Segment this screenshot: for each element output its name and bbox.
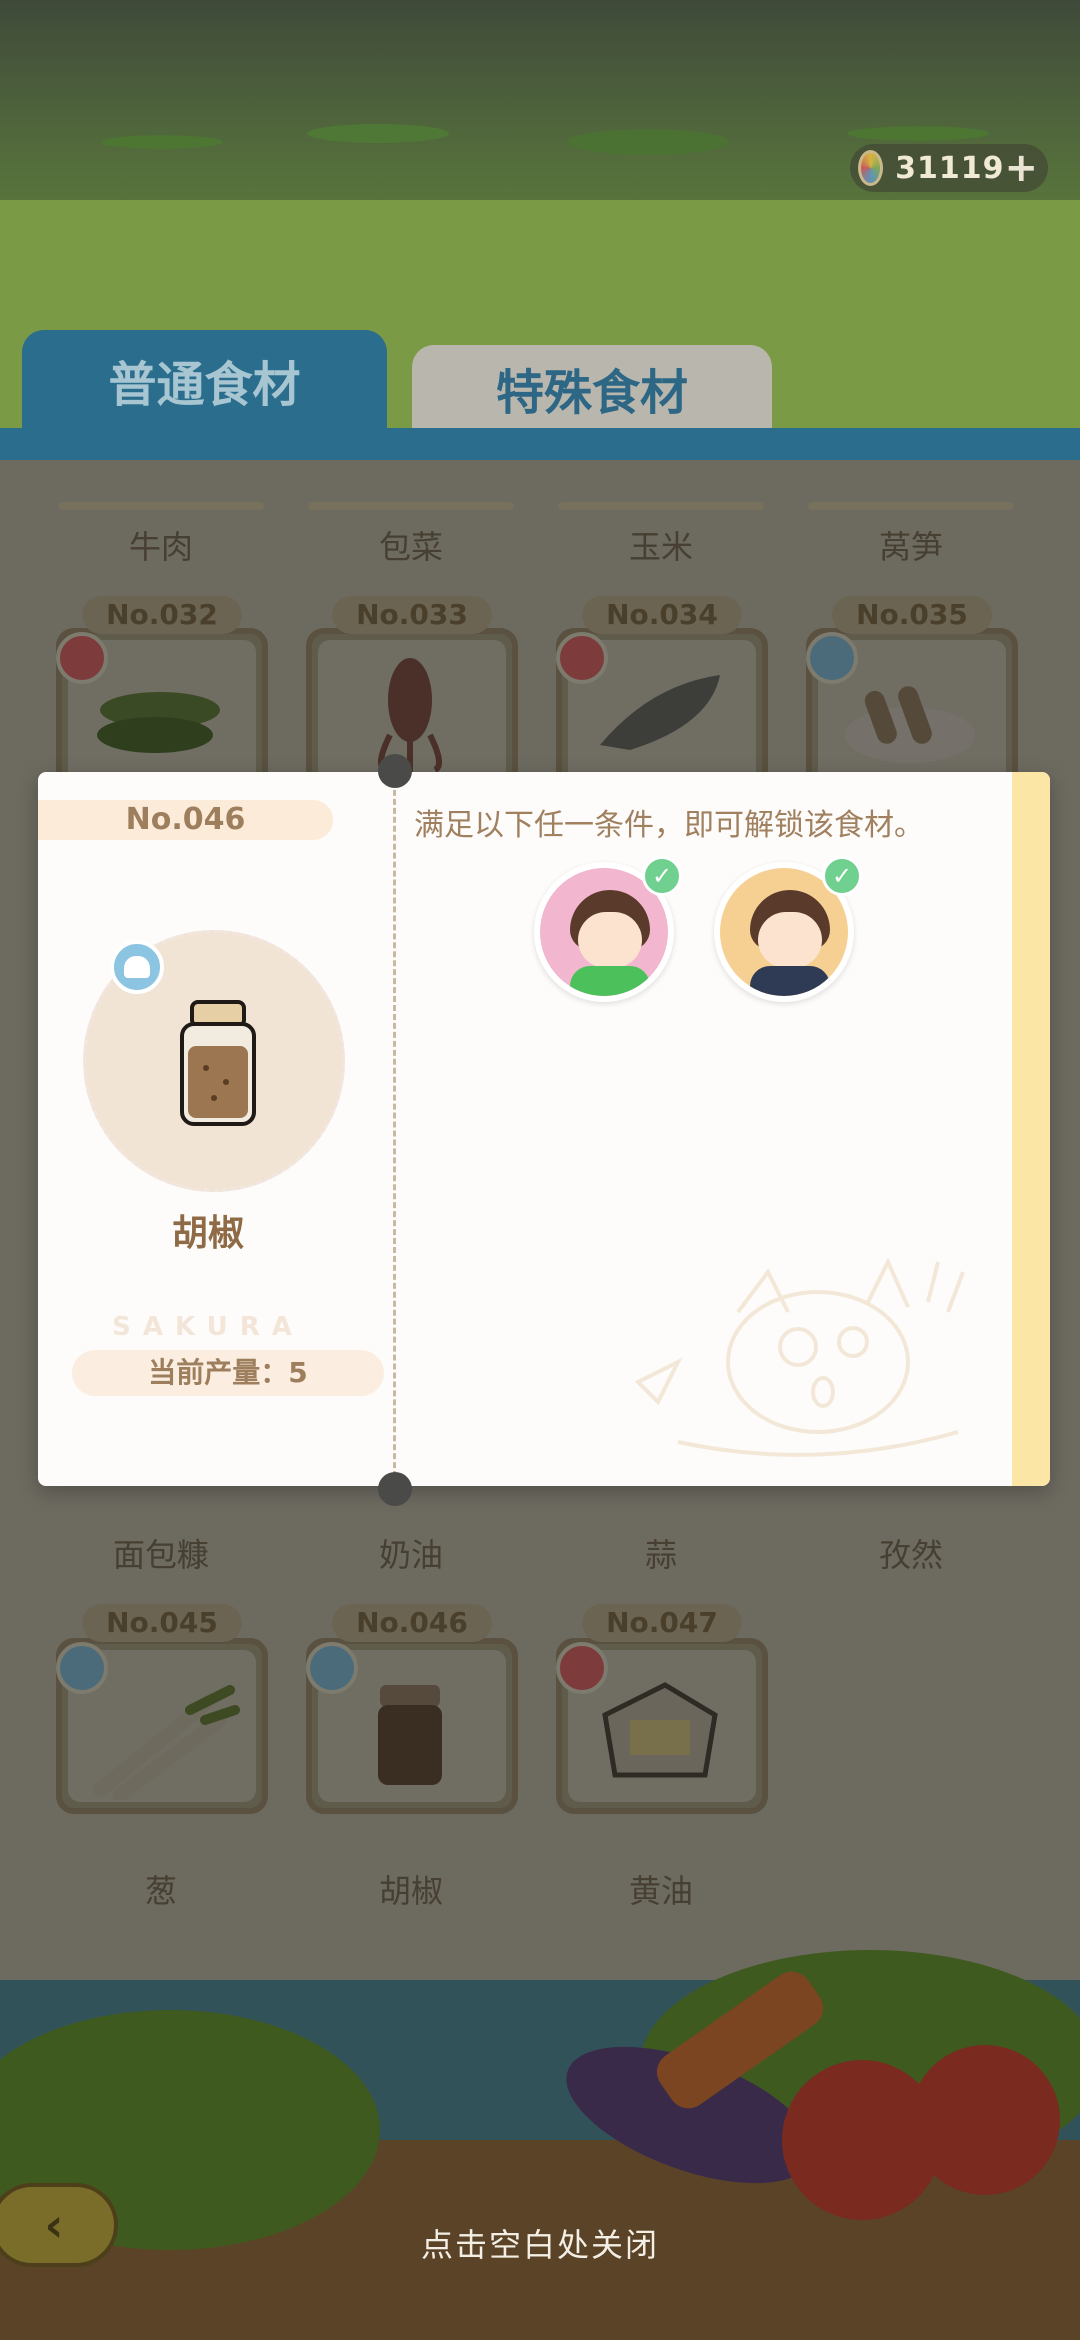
currency-value: 31119 [895,150,1005,186]
pepper-jar-icon [378,1685,442,1785]
ingredient-number: No.033 [332,596,492,634]
divider [808,502,1014,510]
tab-bar [0,428,1080,460]
tab-special-ingredients[interactable]: 特殊食材 [412,345,772,430]
cat-mascot-watermark-icon [634,1257,965,1457]
ingredient-number: No.032 [82,596,242,634]
ingredient-number: No.046 [332,1604,492,1642]
ingredient-number: No.045 [82,1604,242,1642]
tab-normal-ingredients[interactable]: 普通食材 [22,330,387,430]
chef-hat-badge-icon [56,632,108,684]
ingredient-detail-modal: No.046 胡椒 SAKURA 当前产量：5 满足以下任一条件，即可解锁该食材… [38,754,1050,1506]
squid-icon [378,658,442,773]
ingredient-label[interactable]: 莴笋 [811,522,1011,568]
divider [558,502,764,510]
divider [58,502,264,510]
unlock-condition-text: 满足以下任一条件，即可解锁该食材。 [414,808,924,843]
modal-divider [393,772,396,1486]
divider [308,502,514,510]
ingredient-number: No.035 [832,596,992,634]
pepper-jar-icon [180,1000,256,1126]
check-icon: ✓ [642,856,682,896]
close-hint[interactable]: 点击空白处关闭 [0,2220,1080,2266]
ingredient-label[interactable]: 面包糠 [61,1530,261,1576]
butter-icon [602,1682,718,1778]
ingredient-label[interactable]: 胡椒 [311,1866,511,1912]
chef-hat-badge-icon [110,940,164,994]
ingredient-label[interactable]: 牛肉 [61,522,261,568]
ingredient-label[interactable]: 黄油 [561,1866,761,1912]
cucumber-icon [97,692,220,753]
scallion-icon [93,1685,240,1800]
coin-icon [858,150,884,186]
ingredient-label[interactable]: 蒜 [561,1530,761,1576]
check-icon: ✓ [822,856,862,896]
brand-watermark: SAKURA [112,1312,304,1342]
fish-icon [600,675,720,750]
ingredient-label[interactable]: 玉米 [561,522,761,568]
ingredient-number: No.034 [582,596,742,634]
currency-display: 31119 + [850,144,1048,192]
ingredient-number: No.047 [582,1604,742,1642]
tomato-decoration [910,2045,1060,2195]
ingredient-label[interactable]: 孜然 [811,1530,1011,1576]
add-currency-button[interactable]: + [1004,148,1038,188]
binder-pin-icon [378,754,412,788]
ingredient-label[interactable]: 奶油 [311,1530,511,1576]
item-number: No.046 [38,800,333,840]
bamboo-shoot-icon [845,686,975,763]
current-output: 当前产量：5 [72,1350,384,1396]
ingredient-label[interactable]: 包菜 [311,522,511,568]
chef-hat-badge-icon [306,1642,358,1694]
ingredient-label[interactable]: 葱 [61,1866,261,1912]
modal-stripe [1012,772,1050,1486]
item-name: 胡椒 [171,1213,244,1254]
binder-pin-icon [378,1472,412,1506]
